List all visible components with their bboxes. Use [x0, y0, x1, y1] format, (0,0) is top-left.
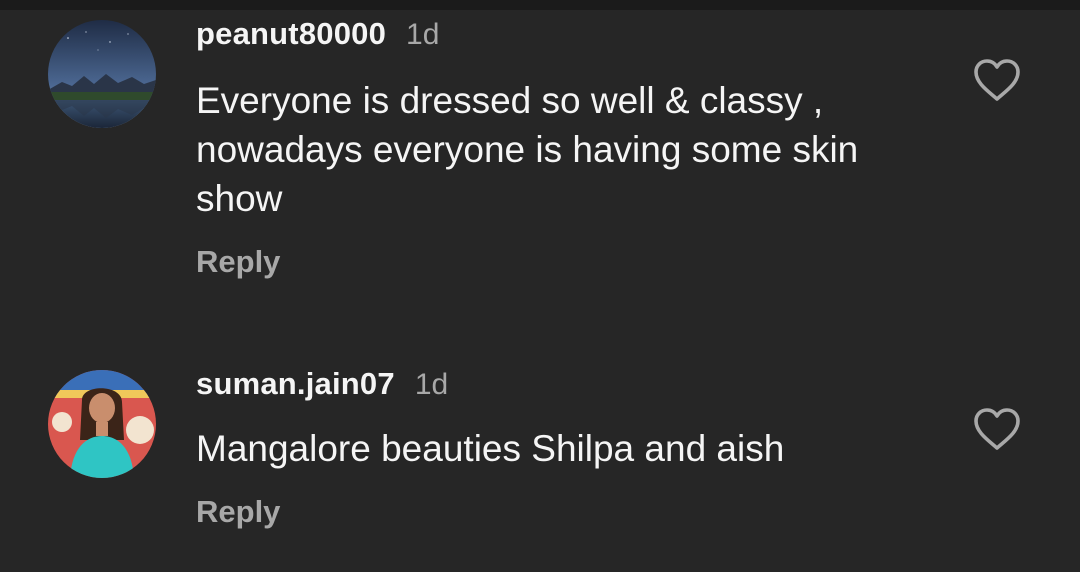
- user-avatar[interactable]: [48, 370, 156, 478]
- woman-portrait-avatar-icon: [48, 370, 156, 478]
- mountain-lake-avatar-icon: [48, 20, 156, 128]
- reply-button[interactable]: Reply: [196, 494, 280, 530]
- user-avatar[interactable]: [48, 20, 156, 128]
- heart-outline-icon: [974, 59, 1020, 101]
- comment-text: Everyone is dressed so well & classy , n…: [196, 80, 859, 219]
- comment-text: Mangalore beauties Shilpa and aish: [196, 428, 785, 469]
- like-button[interactable]: [972, 57, 1022, 103]
- like-button[interactable]: [972, 406, 1022, 452]
- top-divider: [0, 0, 1080, 10]
- comment-item: peanut80000 1d Everyone is dressed so we…: [0, 10, 1080, 340]
- username[interactable]: suman.jain07: [196, 366, 395, 402]
- timestamp: 1d: [406, 18, 440, 51]
- comment-header: peanut80000 1d: [196, 16, 439, 52]
- heart-outline-icon: [974, 408, 1020, 450]
- reply-button[interactable]: Reply: [196, 244, 280, 280]
- comment-header: suman.jain07 1d: [196, 366, 448, 402]
- username[interactable]: peanut80000: [196, 16, 386, 52]
- comment-item: suman.jain07 1d Mangalore beauties Shilp…: [0, 340, 1080, 572]
- timestamp: 1d: [414, 368, 449, 401]
